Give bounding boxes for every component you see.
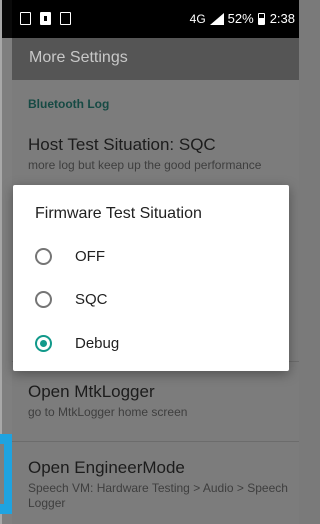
firmware-test-situation-dialog: Firmware Test Situation OFF SQC Debug [13, 185, 289, 371]
pref-summary: Speech VM: Hardware Testing > Audio > Sp… [28, 481, 288, 510]
app-toolbar: More Settings [12, 38, 299, 80]
pref-open-mtklogger[interactable]: Open MtkLogger go to MtkLogger home scre… [28, 382, 292, 420]
pref-title: Host Test Situation: SQC [28, 135, 216, 154]
network-type: 4G [189, 11, 206, 26]
option-sqc[interactable]: SQC [35, 284, 265, 314]
page-title: More Settings [29, 49, 128, 66]
previous-screen-edge [0, 0, 12, 524]
pref-summary: go to MtkLogger home screen [28, 405, 188, 419]
notification-icons [20, 12, 71, 25]
clock: 2:38 [269, 11, 295, 26]
battery-icon [257, 12, 265, 25]
radio-button-icon[interactable] [35, 247, 52, 265]
divider [12, 441, 299, 442]
signal-icon [209, 12, 224, 25]
battery-percent: 52% [227, 11, 254, 26]
status-bar: 4G 52% 2:38 [12, 0, 299, 38]
option-label: OFF [75, 247, 105, 265]
app-window: 4G 52% 2:38 More Settings Bluetooth Log … [12, 0, 299, 524]
dialog-title: Firmware Test Situation [35, 205, 202, 222]
pref-title: Open EngineerMode [28, 458, 185, 477]
notification-icon [20, 12, 31, 25]
option-label: SQC [75, 290, 108, 308]
option-off[interactable]: OFF [35, 241, 265, 271]
screen: 4G 52% 2:38 More Settings Bluetooth Log … [0, 0, 299, 524]
gallery-icon [60, 12, 71, 25]
pref-host-test-situation[interactable]: Host Test Situation: SQC more log but ke… [28, 135, 292, 173]
section-header: Bluetooth Log [28, 97, 110, 111]
radio-button-checked-icon[interactable] [35, 334, 52, 352]
pref-summary: more log but keep up the good performanc… [28, 158, 262, 172]
sim-icon [40, 12, 51, 25]
pref-open-engineermode[interactable]: Open EngineerMode Speech VM: Hardware Te… [28, 458, 292, 511]
radio-button-icon[interactable] [35, 290, 52, 308]
status-indicators: 4G 52% 2:38 [190, 11, 295, 26]
option-debug[interactable]: Debug [35, 328, 265, 358]
option-label: Debug [75, 334, 120, 352]
pref-title: Open MtkLogger [28, 382, 155, 401]
